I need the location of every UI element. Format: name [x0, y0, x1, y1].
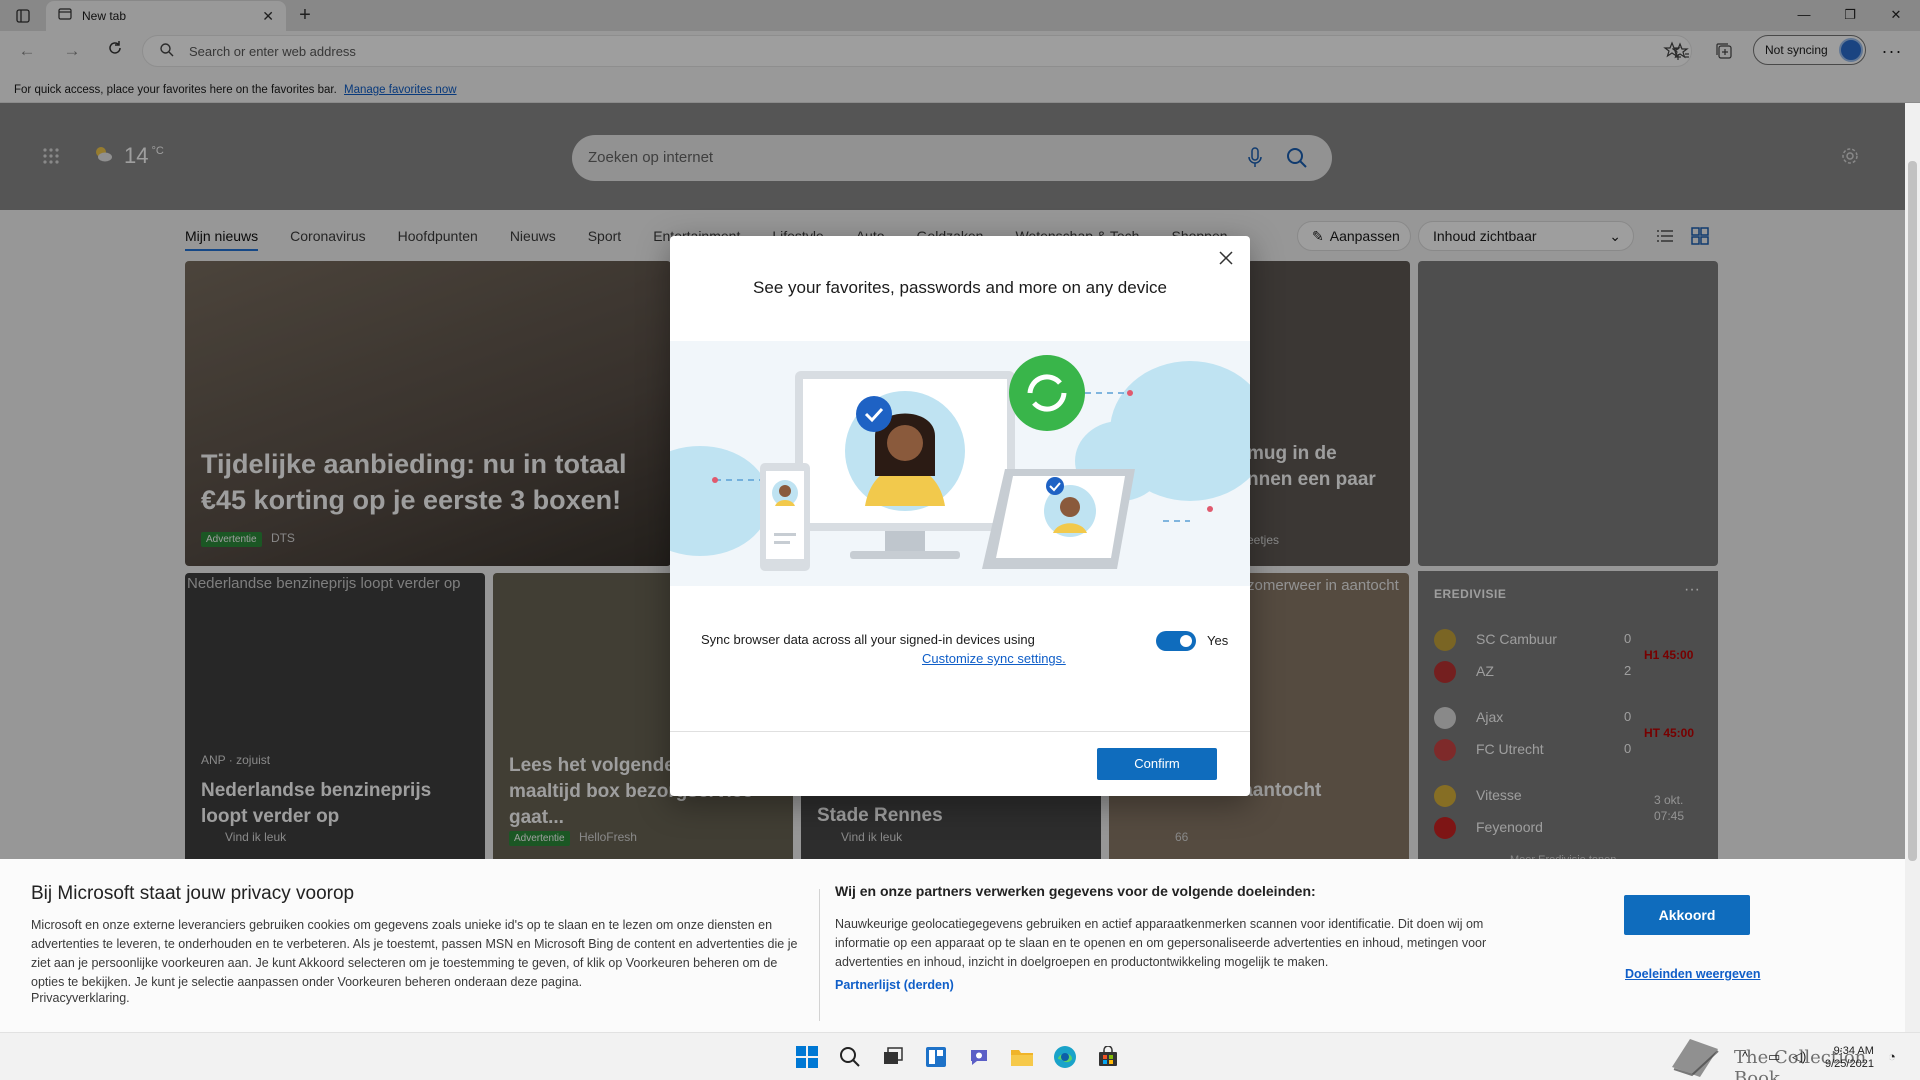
confirm-button[interactable]: Confirm [1097, 748, 1217, 780]
sync-setting-row: Sync browser data across all your signed… [701, 631, 1228, 666]
page-scrollbar[interactable] [1905, 103, 1920, 1032]
toggle-knob [1180, 635, 1192, 647]
chat-icon[interactable] [965, 1043, 993, 1071]
watermark: The Collection Book [1668, 1033, 1908, 1080]
scrollbar-thumb[interactable] [1908, 161, 1917, 861]
close-dialog-icon[interactable] [1216, 248, 1236, 268]
sync-description: Sync browser data across all your signed… [701, 632, 1035, 647]
sync-toggle[interactable] [1156, 631, 1196, 651]
privacy-title: Bij Microsoft staat jouw privacy voorop [31, 883, 355, 904]
sync-toggle-label: Yes [1207, 633, 1229, 648]
task-view-icon[interactable] [879, 1043, 907, 1071]
windows-start-icon[interactable] [793, 1043, 821, 1071]
dialog-title: See your favorites, passwords and more o… [753, 278, 1167, 297]
banner-divider [819, 889, 820, 1021]
search-icon[interactable] [836, 1043, 864, 1071]
sync-devices-illustration [670, 341, 1250, 586]
edge-browser-icon[interactable] [1051, 1043, 1079, 1071]
customize-sync-link[interactable]: Customize sync settings. [922, 651, 1066, 666]
view-purposes-link[interactable]: Doeleinden weergeven [1625, 967, 1760, 981]
book-logo-icon [1668, 1035, 1722, 1080]
watermark-text: The Collection Book [1734, 1047, 1867, 1080]
partner-list-link[interactable]: Partnerlijst (derden) [835, 978, 954, 992]
dialog-footer: Confirm [670, 731, 1250, 796]
privacy-consent-banner: Bij Microsoft staat jouw privacy voorop … [0, 859, 1905, 1032]
purposes-title: Wij en onze partners verwerken gegevens … [835, 883, 1316, 899]
sync-dialog: See your favorites, passwords and more o… [670, 236, 1250, 796]
taskbar: ^ ▭ ◁) 9:34 AM 9/25/2021 ◔ The Collectio… [0, 1032, 1920, 1080]
privacy-body: Microsoft en onze externe leveranciers g… [31, 918, 798, 989]
store-icon[interactable] [1094, 1043, 1122, 1071]
widgets-icon[interactable] [922, 1043, 950, 1071]
accept-button[interactable]: Akkoord [1624, 895, 1750, 935]
privacy-statement-link[interactable]: Privacyverklaring. [31, 991, 130, 1005]
purposes-body: Nauwkeurige geolocatiegegevens gebruiken… [835, 917, 1487, 969]
file-explorer-icon[interactable] [1008, 1043, 1036, 1071]
